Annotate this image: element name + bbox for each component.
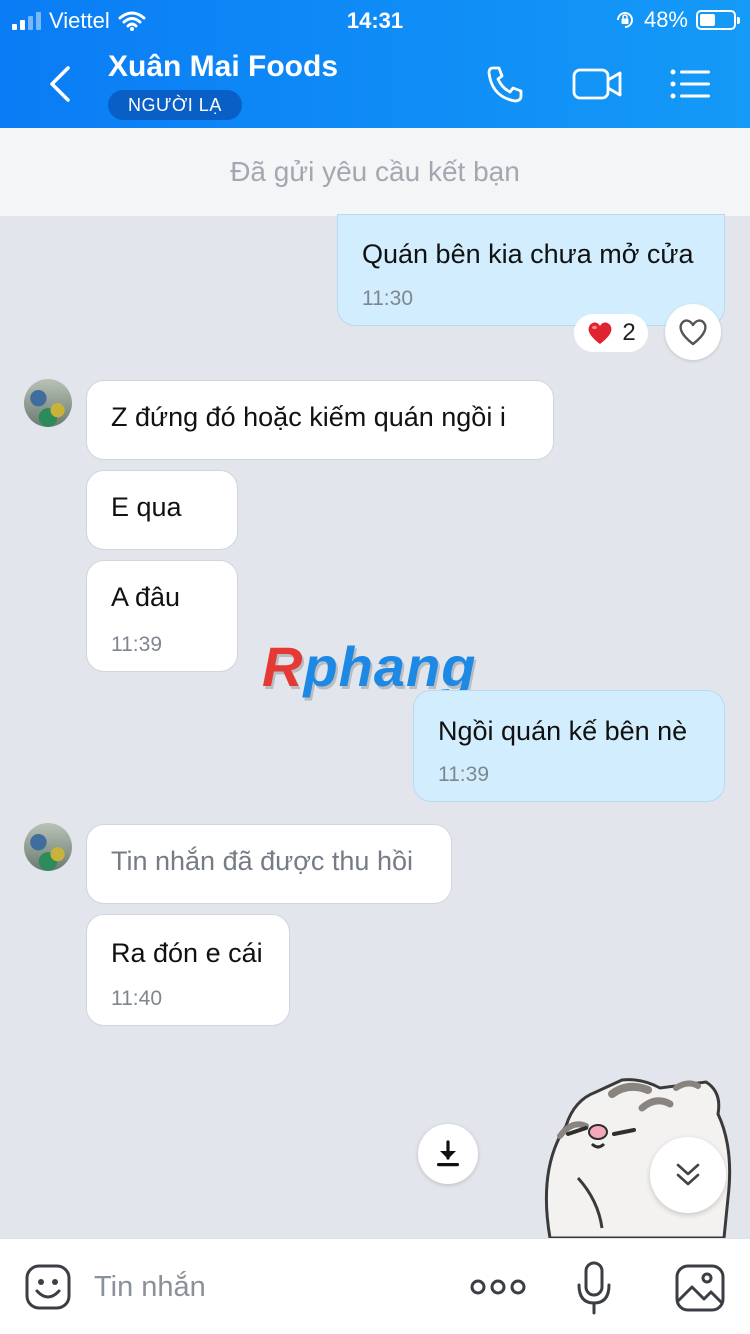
menu-list-icon[interactable] bbox=[668, 64, 712, 104]
message-text: E qua bbox=[111, 492, 182, 522]
download-icon bbox=[437, 1140, 459, 1167]
heart-reaction-icon bbox=[588, 322, 612, 344]
recalled-message-bubble[interactable]: Tin nhắn đã được thu hồi bbox=[86, 824, 452, 904]
more-options-icon[interactable] bbox=[470, 1271, 526, 1303]
message-text: Ngồi quán kế bên nè bbox=[438, 716, 688, 746]
message-bubble-incoming[interactable]: Z đứng đó hoặc kiếm quán ngồi i bbox=[86, 380, 554, 460]
avatar[interactable] bbox=[24, 379, 72, 427]
chat-header: Viettel 14:31 48% Xuân Mai Foods NGƯỜI L… bbox=[0, 0, 750, 128]
scroll-to-bottom-button[interactable] bbox=[650, 1137, 726, 1213]
react-button[interactable] bbox=[665, 304, 721, 360]
message-text: Tin nhắn đã được thu hồi bbox=[111, 846, 413, 876]
avatar[interactable] bbox=[24, 823, 72, 871]
message-time: 11:30 bbox=[362, 287, 413, 310]
message-time: 11:40 bbox=[111, 987, 162, 1010]
message-bubble-incoming[interactable]: Ra đón e cái 11:40 bbox=[86, 914, 290, 1026]
message-time: 11:39 bbox=[438, 763, 489, 786]
download-button[interactable] bbox=[418, 1124, 478, 1184]
emoji-sticker-icon[interactable] bbox=[24, 1263, 72, 1311]
message-bubble-incoming[interactable]: A đâu 11:39 bbox=[86, 560, 238, 672]
message-text: Ra đón e cái bbox=[111, 938, 263, 968]
battery-percent: 48% bbox=[643, 7, 688, 32]
message-text: Z đứng đó hoặc kiếm quán ngồi i bbox=[111, 402, 506, 432]
message-input[interactable] bbox=[94, 1265, 434, 1309]
message-text: A đâu bbox=[111, 582, 181, 612]
message-text: Quán bên kia chưa mở cửa bbox=[362, 239, 694, 269]
stranger-badge: NGƯỜI LẠ bbox=[108, 90, 242, 120]
phone-icon[interactable] bbox=[484, 64, 528, 104]
message-composer bbox=[0, 1238, 750, 1334]
message-bubble-outgoing[interactable]: Ngồi quán kế bên nè 11:39 bbox=[413, 690, 725, 802]
contact-name[interactable]: Xuân Mai Foods bbox=[108, 50, 338, 84]
microphone-icon[interactable] bbox=[574, 1261, 614, 1315]
back-icon[interactable] bbox=[40, 62, 80, 106]
message-bubble-incoming[interactable]: E qua bbox=[86, 470, 238, 550]
double-chevron-down-icon bbox=[676, 1163, 700, 1186]
heart-outline-icon bbox=[679, 319, 707, 346]
message-time: 11:39 bbox=[111, 633, 162, 656]
reaction-count: 2 bbox=[622, 319, 636, 346]
rotation-lock-icon bbox=[616, 12, 633, 28]
video-call-icon[interactable] bbox=[572, 64, 624, 104]
friend-request-banner: Đã gửi yêu cầu kết bạn bbox=[0, 128, 750, 216]
status-bar: Viettel 14:31 48% bbox=[0, 0, 750, 40]
battery-info: 48% bbox=[614, 7, 740, 33]
image-picker-icon[interactable] bbox=[674, 1263, 726, 1313]
reaction-summary[interactable]: 2 bbox=[574, 314, 648, 352]
battery-icon bbox=[696, 10, 740, 30]
message-bubble-outgoing[interactable]: Quán bên kia chưa mở cửa 11:30 bbox=[337, 214, 725, 326]
